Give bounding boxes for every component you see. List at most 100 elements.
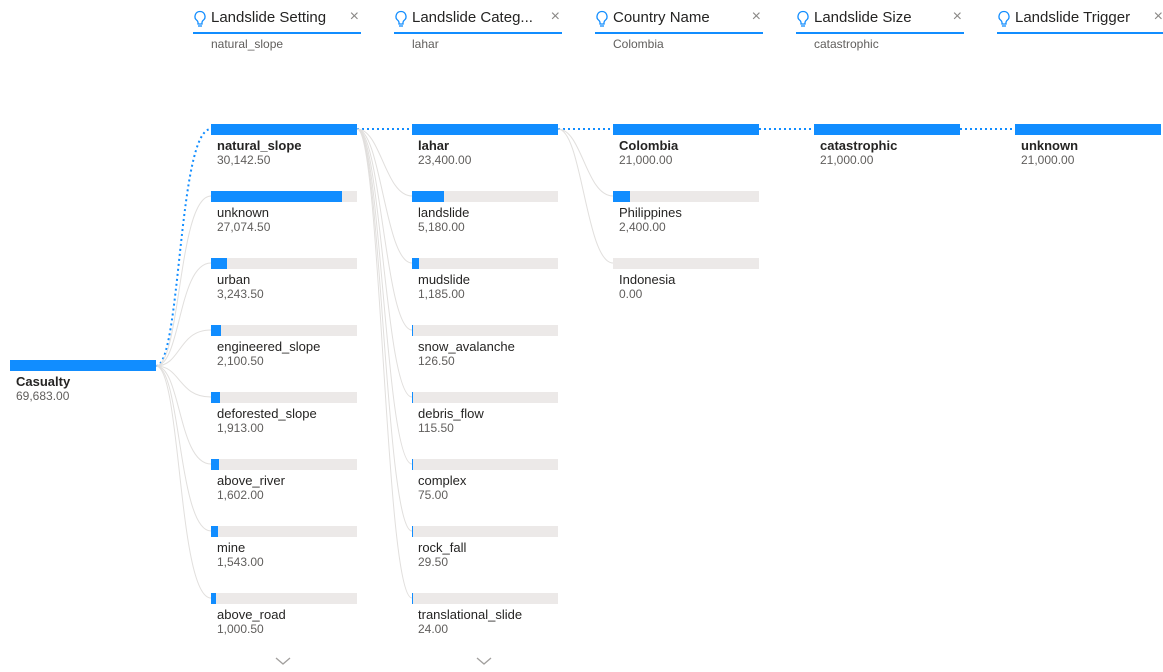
node-value: 115.50 bbox=[418, 421, 454, 435]
tree-node[interactable]: lahar 23,400.00 bbox=[412, 124, 560, 180]
bar-track bbox=[613, 258, 759, 269]
node-label: urban bbox=[217, 272, 251, 287]
tree-node[interactable]: debris_flow 115.50 bbox=[412, 392, 560, 448]
branch-connector bbox=[155, 329, 212, 367]
tree-node[interactable]: Colombia 21,000.00 bbox=[613, 124, 761, 180]
tree-node[interactable]: urban 3,243.50 bbox=[211, 258, 359, 314]
tree-node[interactable]: above_river 1,602.00 bbox=[211, 459, 359, 515]
node-label: natural_slope bbox=[217, 138, 302, 153]
node-label: deforested_slope bbox=[217, 406, 317, 421]
node-value: 24.00 bbox=[418, 622, 449, 636]
node-value: 23,400.00 bbox=[418, 153, 472, 167]
node-value: 1,185.00 bbox=[418, 287, 465, 301]
node-value: 1,602.00 bbox=[217, 488, 264, 502]
bar-track bbox=[412, 258, 558, 269]
tree-connectors bbox=[155, 128, 1015, 599]
level-header-bar: Landslide Setting × bbox=[193, 8, 361, 34]
tree-node[interactable]: snow_avalanche 126.50 bbox=[412, 325, 560, 381]
branch-connector bbox=[155, 365, 212, 465]
level-subtitle: Colombia bbox=[613, 37, 664, 51]
node-value: 29.50 bbox=[418, 555, 449, 569]
close-icon[interactable]: × bbox=[551, 8, 560, 26]
tree-node[interactable]: landslide 5,180.00 bbox=[412, 191, 560, 247]
branch-connector bbox=[356, 128, 413, 197]
tree-node[interactable]: mine 1,543.00 bbox=[211, 526, 359, 582]
root-node[interactable]: Casualty 69,683.00 bbox=[10, 360, 158, 416]
branch-connector bbox=[356, 128, 413, 264]
node-label: snow_avalanche bbox=[418, 339, 515, 354]
level-title: Country Name bbox=[613, 9, 710, 26]
node-value: 1,913.00 bbox=[217, 421, 264, 435]
bar-track bbox=[211, 459, 357, 470]
branch-connector bbox=[155, 262, 212, 367]
bar-track bbox=[211, 593, 357, 604]
close-icon[interactable]: × bbox=[953, 8, 962, 26]
tree-node[interactable]: translational_slide 24.00 bbox=[412, 593, 560, 649]
level-header[interactable]: Country Name × Colombia bbox=[595, 8, 763, 64]
node-value: 75.00 bbox=[418, 488, 449, 502]
bar-fill bbox=[10, 360, 156, 371]
level-header[interactable]: Landslide Trigger × bbox=[997, 8, 1163, 64]
selected-path-connector bbox=[155, 128, 212, 367]
bar-fill bbox=[1015, 124, 1161, 135]
node-label: translational_slide bbox=[418, 607, 523, 622]
tree-node[interactable]: unknown 21,000.00 bbox=[1015, 124, 1163, 180]
branch-connector bbox=[557, 128, 614, 264]
bar-fill bbox=[814, 124, 960, 135]
branch-connector bbox=[155, 365, 212, 532]
node-value: 2,100.50 bbox=[217, 354, 264, 368]
bar-track bbox=[412, 526, 558, 537]
branch-connector bbox=[155, 365, 212, 398]
branch-connector bbox=[356, 128, 413, 398]
tree-node[interactable]: deforested_slope 1,913.00 bbox=[211, 392, 359, 448]
bar-fill bbox=[211, 459, 219, 470]
node-label: debris_flow bbox=[418, 406, 484, 421]
level-header[interactable]: Landslide Setting × natural_slope bbox=[193, 8, 361, 64]
node-label: above_river bbox=[217, 473, 285, 488]
level-header[interactable]: Landslide Size × catastrophic bbox=[796, 8, 964, 64]
lightbulb-icon[interactable] bbox=[796, 10, 810, 28]
node-label: unknown bbox=[217, 205, 270, 220]
branch-connector bbox=[356, 128, 413, 599]
node-label: Casualty bbox=[16, 374, 71, 389]
bar-fill bbox=[211, 124, 357, 135]
tree-node[interactable]: engineered_slope 2,100.50 bbox=[211, 325, 359, 381]
bar-track bbox=[211, 258, 357, 269]
close-icon[interactable]: × bbox=[752, 8, 761, 26]
bar-track bbox=[412, 325, 558, 336]
level-subtitle: lahar bbox=[412, 37, 439, 51]
tree-node[interactable]: catastrophic 21,000.00 bbox=[814, 124, 962, 180]
bar-track bbox=[211, 526, 357, 537]
bar-fill bbox=[613, 191, 630, 202]
bar-track bbox=[412, 459, 558, 470]
level-header[interactable]: Landslide Categ... × lahar bbox=[394, 8, 562, 64]
lightbulb-icon[interactable] bbox=[997, 10, 1011, 28]
level-title: Landslide Categ... bbox=[412, 9, 533, 26]
tree-node[interactable]: natural_slope 30,142.50 bbox=[211, 124, 359, 180]
level-title: Landslide Size bbox=[814, 9, 912, 26]
level-title: Landslide Trigger bbox=[1015, 9, 1131, 26]
node-value: 2,400.00 bbox=[619, 220, 666, 234]
tree-node[interactable]: complex 75.00 bbox=[412, 459, 560, 515]
node-label: unknown bbox=[1021, 138, 1079, 153]
tree-node[interactable]: above_road 1,000.50 bbox=[211, 593, 359, 649]
lightbulb-icon[interactable] bbox=[193, 10, 207, 28]
lightbulb-icon[interactable] bbox=[394, 10, 408, 28]
branch-connector bbox=[155, 365, 212, 599]
close-icon[interactable]: × bbox=[1154, 8, 1163, 26]
tree-node[interactable]: Indonesia 0.00 bbox=[613, 258, 761, 314]
tree-node[interactable]: mudslide 1,185.00 bbox=[412, 258, 560, 314]
tree-node[interactable]: rock_fall 29.50 bbox=[412, 526, 560, 582]
bar-fill bbox=[412, 325, 413, 336]
chevron-down-icon[interactable] bbox=[474, 654, 494, 666]
bar-fill bbox=[211, 526, 218, 537]
lightbulb-icon[interactable] bbox=[595, 10, 609, 28]
bar-track bbox=[211, 392, 357, 403]
tree-node[interactable]: Philippines 2,400.00 bbox=[613, 191, 761, 247]
chevron-down-icon[interactable] bbox=[273, 654, 293, 666]
bar-track bbox=[412, 392, 558, 403]
close-icon[interactable]: × bbox=[350, 8, 359, 26]
tree-node[interactable]: unknown 27,074.50 bbox=[211, 191, 359, 247]
bar-fill bbox=[412, 392, 413, 403]
node-label: Colombia bbox=[619, 138, 679, 153]
